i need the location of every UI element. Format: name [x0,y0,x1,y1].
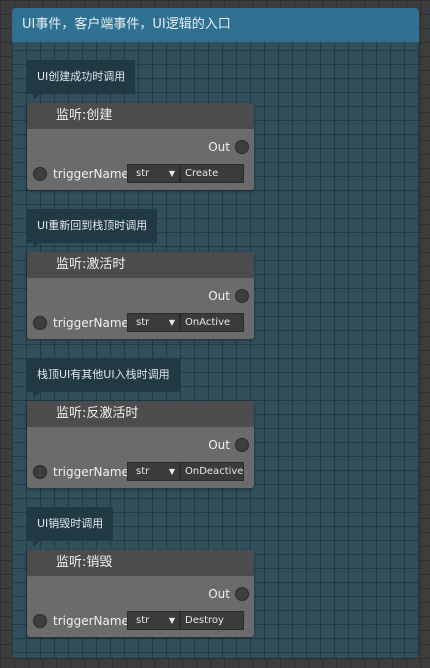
type-dropdown[interactable]: str ▼ [127,462,180,481]
comment-box-active[interactable]: UI重新回到栈顶时调用 [27,209,158,249]
output-pin-circle-icon[interactable] [235,587,249,601]
output-pin-label: Out [208,140,230,154]
input-pin[interactable]: triggerName [33,165,129,183]
type-dropdown[interactable]: str ▼ [127,611,180,630]
trigger-name-input[interactable]: OnDeactive [180,462,244,481]
comment-box-destroy[interactable]: UI销毁时调用 [27,507,114,547]
type-dropdown-value: str [136,615,150,626]
input-pin[interactable]: triggerName [33,612,129,630]
output-pin-circle-icon[interactable] [235,289,249,303]
chevron-down-icon: ▼ [168,467,175,476]
type-dropdown[interactable]: str ▼ [127,313,180,332]
input-pin[interactable]: triggerName [33,314,129,332]
node-listen-destroy[interactable]: 监听:销毁 Out triggerName str ▼ Destroy [27,550,254,637]
node-title[interactable]: 监听:反激活时 [27,401,254,427]
output-pin[interactable]: Out [208,288,249,304]
group-title[interactable]: UI事件，客户端事件，UI逻辑的入口 [12,8,419,42]
output-pin-label: Out [208,587,230,601]
trigger-name-input[interactable]: Create [180,164,244,183]
type-dropdown-value: str [136,466,150,477]
node-listen-deactive[interactable]: 监听:反激活时 Out triggerName str ▼ OnDeactive [27,401,254,488]
chevron-down-icon: ▼ [168,169,175,178]
node-title[interactable]: 监听:激活时 [27,252,254,278]
comment-box-deactive[interactable]: 栈顶UI有其他UI入栈时调用 [27,358,180,398]
output-pin-label: Out [208,438,230,452]
node-listen-create[interactable]: 监听:创建 Out triggerName str ▼ Create [27,103,254,190]
comment-box-create[interactable]: UI创建成功时调用 [27,60,136,100]
param-label: triggerName [53,465,129,479]
type-dropdown[interactable]: str ▼ [127,164,180,183]
input-pin-circle-icon[interactable] [33,167,47,181]
type-dropdown-value: str [136,317,150,328]
param-label: triggerName [53,316,129,330]
output-pin[interactable]: Out [208,586,249,602]
trigger-name-input[interactable]: OnActive [180,313,244,332]
type-dropdown-value: str [136,168,150,179]
chevron-down-icon: ▼ [168,616,175,625]
output-pin[interactable]: Out [208,139,249,155]
node-listen-active[interactable]: 监听:激活时 Out triggerName str ▼ OnActive [27,252,254,339]
trigger-name-input[interactable]: Destroy [180,611,244,630]
input-pin[interactable]: triggerName [33,463,129,481]
node-title[interactable]: 监听:销毁 [27,550,254,576]
input-pin-circle-icon[interactable] [33,614,47,628]
output-pin-label: Out [208,289,230,303]
chevron-down-icon: ▼ [168,318,175,327]
output-pin-circle-icon[interactable] [235,438,249,452]
input-pin-circle-icon[interactable] [33,465,47,479]
param-label: triggerName [53,167,129,181]
param-label: triggerName [53,614,129,628]
event-group[interactable]: UI事件，客户端事件，UI逻辑的入口 UI创建成功时调用 监听:创建 Out t… [12,8,419,658]
output-pin[interactable]: Out [208,437,249,453]
input-pin-circle-icon[interactable] [33,316,47,330]
output-pin-circle-icon[interactable] [235,140,249,154]
node-title[interactable]: 监听:创建 [27,103,254,129]
